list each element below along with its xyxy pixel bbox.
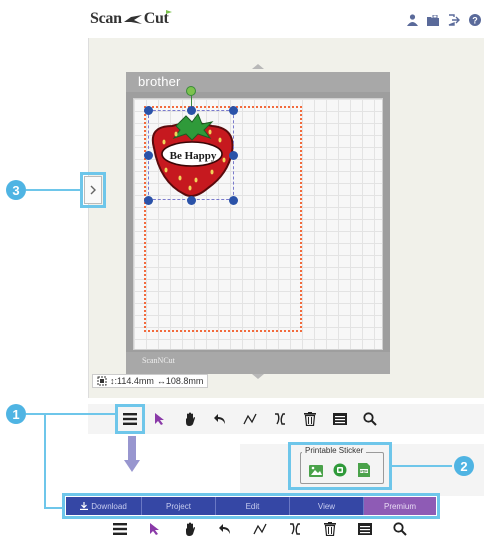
mat-footer-logo: ScanNCut	[142, 356, 175, 365]
help-icon[interactable]: ?	[468, 13, 482, 27]
logout-icon[interactable]	[447, 13, 461, 27]
resize-handle-top-left[interactable]	[144, 106, 153, 115]
select-arrow-icon[interactable]	[143, 518, 167, 540]
callout-highlight-sticker-group	[288, 442, 392, 490]
callout-line-3	[26, 189, 80, 191]
path-icon[interactable]	[238, 408, 262, 430]
callout-badge-3: 3	[6, 180, 26, 200]
scroll-up-arrow-icon[interactable]	[252, 64, 264, 69]
resize-handle-bottom-left[interactable]	[144, 196, 153, 205]
layers-icon[interactable]	[328, 408, 352, 430]
callout-line-1-bottom	[44, 507, 62, 509]
path-icon[interactable]	[248, 518, 272, 540]
rotate-handle[interactable]	[186, 86, 196, 96]
flip-icon[interactable]	[283, 518, 307, 540]
resize-handle-bottom[interactable]	[187, 196, 196, 205]
dimension-icon	[97, 376, 107, 386]
trash-icon[interactable]	[298, 408, 322, 430]
edit-toolbar	[118, 408, 382, 430]
callout-line-1-top	[26, 413, 116, 415]
selection-box[interactable]	[148, 110, 234, 200]
transition-arrow-shaft	[128, 436, 136, 460]
folder-icon[interactable]	[426, 13, 440, 27]
edit-toolbar-bottom	[108, 518, 412, 540]
logo-leaf-icon	[166, 10, 172, 18]
mat-header-strip: brother	[126, 72, 390, 92]
callout-line-1-vertical	[44, 413, 46, 509]
resize-handle-bottom-right[interactable]	[229, 196, 238, 205]
resize-handle-right[interactable]	[229, 151, 238, 160]
logo-scissors-mark	[123, 14, 142, 24]
header-icon-bar: ?	[405, 13, 482, 27]
select-arrow-icon[interactable]	[148, 408, 172, 430]
layers-icon[interactable]	[353, 518, 377, 540]
callout-highlight-sidebar-toggle	[80, 172, 106, 208]
undo-icon[interactable]	[213, 518, 237, 540]
trash-icon[interactable]	[318, 518, 342, 540]
size-readout: ↕:114.4mm ↔108.8mm	[92, 374, 209, 388]
flip-icon[interactable]	[268, 408, 292, 430]
undo-icon[interactable]	[208, 408, 232, 430]
hand-icon[interactable]	[178, 518, 202, 540]
logo-text-scan: Scan	[90, 10, 122, 27]
resize-handle-top[interactable]	[187, 106, 196, 115]
width-value: ↔108.8mm	[156, 376, 204, 386]
resize-handle-top-right[interactable]	[229, 106, 238, 115]
mat-brand-label: brother	[138, 74, 181, 89]
app-header: Scan Cut ?	[84, 0, 484, 36]
callout-highlight-menu-button	[115, 404, 145, 434]
callout-highlight-menu-bar	[62, 493, 440, 519]
scroll-down-arrow-icon[interactable]	[252, 374, 264, 379]
callout-badge-2: 2	[454, 456, 474, 476]
callout-line-2	[392, 465, 452, 467]
mat-footer-strip: ScanNCut	[126, 352, 390, 374]
transition-arrow-down-icon	[124, 460, 140, 472]
menu-icon[interactable]	[108, 518, 132, 540]
height-value: ↕:114.4mm	[110, 376, 154, 386]
resize-handle-left[interactable]	[144, 151, 153, 160]
hand-icon[interactable]	[178, 408, 202, 430]
zoom-icon[interactable]	[388, 518, 412, 540]
svg-text:?: ?	[472, 16, 478, 26]
user-icon[interactable]	[405, 13, 419, 27]
zoom-icon[interactable]	[358, 408, 382, 430]
callout-badge-1: 1	[6, 404, 26, 424]
scanncut-logo: Scan Cut	[90, 10, 172, 28]
